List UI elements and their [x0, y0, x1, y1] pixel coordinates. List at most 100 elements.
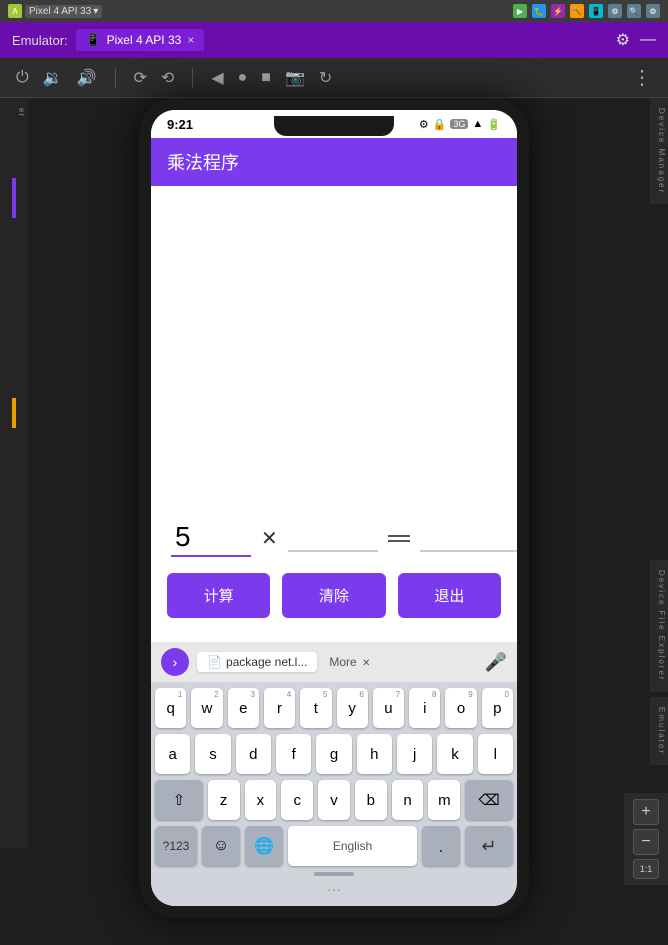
file-explorer-label: Device File Explorer — [657, 570, 666, 682]
volume-up-icon[interactable]: 🔊 — [77, 68, 97, 88]
more-close-icon[interactable]: ✕ — [362, 658, 370, 669]
debug-icon[interactable]: 🐛 — [532, 4, 546, 18]
keyboard: q1 w2 e3 r4 t5 y6 u7 i8 o9 p0 a s d f g … — [151, 682, 517, 906]
minimize-icon[interactable]: — — [640, 31, 656, 49]
mic-icon[interactable]: 🎤 — [485, 652, 507, 673]
key-z[interactable]: z — [208, 780, 240, 820]
key-j[interactable]: j — [397, 734, 432, 774]
suggest-more-label[interactable]: More ✕ — [329, 655, 370, 669]
keyboard-apps-row: ··· — [155, 878, 513, 900]
chevron-right-icon: › — [173, 654, 178, 670]
second-number-input[interactable] — [288, 525, 378, 552]
coverage-icon[interactable]: ⚡ — [551, 4, 565, 18]
globe-key[interactable]: 🌐 — [245, 826, 283, 866]
period-key[interactable]: . — [422, 826, 460, 866]
divider-2 — [192, 68, 193, 88]
more-options-icon[interactable]: ⋮ — [632, 65, 652, 90]
key-k[interactable]: k — [437, 734, 472, 774]
key-g[interactable]: g — [316, 734, 351, 774]
key-m[interactable]: m — [428, 780, 460, 820]
key-s[interactable]: s — [195, 734, 230, 774]
apps-dots-icon[interactable]: ··· — [327, 881, 341, 897]
left-accent-purple — [12, 178, 16, 218]
multiply-x-icon: ✕ — [261, 526, 278, 551]
rotate-icon[interactable]: ⟳ — [134, 68, 147, 88]
keyboard-handle[interactable] — [155, 868, 513, 878]
divider-1 — [115, 68, 116, 88]
key-h[interactable]: h — [357, 734, 392, 774]
zoom-out-button[interactable]: − — [633, 829, 659, 855]
more-text: More — [329, 655, 356, 669]
suggest-expand-icon[interactable]: › — [161, 648, 189, 676]
key-i[interactable]: i8 — [409, 688, 440, 728]
settings-gear-icon[interactable]: ⚙ — [616, 30, 630, 50]
input-row: ✕ — [167, 519, 501, 557]
num-sym-key[interactable]: ?123 — [155, 826, 197, 866]
settings-icon[interactable]: ⚙ — [608, 4, 622, 18]
backspace-key[interactable]: ⌫ — [465, 780, 513, 820]
build-icon[interactable]: 🔨 — [570, 4, 584, 18]
suggest-chip[interactable]: 📄 package net.l... — [197, 652, 317, 672]
close-tab-icon[interactable]: × — [187, 33, 194, 47]
right-panel-file-explorer[interactable]: Device File Explorer — [650, 560, 668, 692]
volume-down-icon[interactable]: 🔉 — [43, 68, 63, 88]
right-panel-emulator[interactable]: Emulator — [650, 697, 668, 765]
key-o[interactable]: o9 — [445, 688, 476, 728]
tab-label: Pixel 4 API 33 — [107, 33, 182, 47]
key-w[interactable]: w2 — [191, 688, 222, 728]
shift-key[interactable]: ⇧ — [155, 780, 203, 820]
key-d[interactable]: d — [236, 734, 271, 774]
first-number-input[interactable] — [171, 519, 251, 557]
key-a[interactable]: a — [155, 734, 190, 774]
keyboard-row-2: a s d f g h j k l — [155, 734, 513, 774]
key-f[interactable]: f — [276, 734, 311, 774]
zoom-in-button[interactable]: + — [633, 799, 659, 825]
key-p[interactable]: p0 — [482, 688, 513, 728]
power-icon[interactable]: ⏻ — [16, 69, 29, 87]
android-icon-group: A Pixel 4 API 33 ▾ — [8, 4, 102, 18]
phone-device: 9:21 ⚙ 🔒 3G ▲ 🔋 乘法程序 ✕ — [139, 98, 529, 918]
exit-button[interactable]: 退出 — [398, 573, 501, 618]
emulator-label: Emulator: — [12, 33, 68, 48]
back-icon[interactable]: ◀ — [211, 68, 223, 88]
device-icon[interactable]: 📱 — [589, 4, 603, 18]
key-x[interactable]: x — [245, 780, 277, 820]
key-n[interactable]: n — [392, 780, 424, 820]
rotate-left-icon[interactable]: ⟲ — [161, 68, 174, 88]
zoom-ratio-button[interactable]: 1:1 — [633, 859, 659, 879]
clear-button[interactable]: 清除 — [282, 573, 385, 618]
search-icon[interactable]: 🔍 — [627, 4, 641, 18]
recents-icon[interactable]: ■ — [261, 69, 271, 87]
top-toolbar: A Pixel 4 API 33 ▾ ▶ 🐛 ⚡ 🔨 📱 ⚙ 🔍 ⚙ — [0, 0, 668, 22]
emoji-key[interactable]: ☺ — [202, 826, 240, 866]
result-input[interactable] — [420, 525, 517, 552]
key-r[interactable]: r4 — [264, 688, 295, 728]
device-selector[interactable]: Pixel 4 API 33 ▾ — [25, 5, 102, 18]
key-q[interactable]: q1 — [155, 688, 186, 728]
phone-screen: 9:21 ⚙ 🔒 3G ▲ 🔋 乘法程序 ✕ — [151, 110, 517, 906]
lock-status-icon: 🔒 — [433, 118, 447, 131]
equals-line-bottom — [388, 540, 410, 542]
key-v[interactable]: v — [318, 780, 350, 820]
location-icon[interactable]: ↻ — [319, 68, 332, 88]
right-panel-device-manager[interactable]: Device Manager — [650, 98, 668, 204]
signal-icon: ▲ — [472, 118, 483, 130]
emulator-tab[interactable]: 📱 Pixel 4 API 33 × — [76, 29, 205, 51]
key-c[interactable]: c — [281, 780, 313, 820]
key-y[interactable]: y6 — [337, 688, 368, 728]
home-icon[interactable]: ● — [238, 69, 248, 87]
tab-device-icon: 📱 — [86, 33, 101, 47]
calc-button[interactable]: 计算 — [167, 573, 270, 618]
space-key[interactable]: English — [288, 826, 417, 866]
enter-key[interactable]: ↵ — [465, 826, 513, 866]
run-icon[interactable]: ▶ — [513, 4, 527, 18]
key-b[interactable]: b — [355, 780, 387, 820]
key-t[interactable]: t5 — [300, 688, 331, 728]
key-u[interactable]: u7 — [373, 688, 404, 728]
gear-icon[interactable]: ⚙ — [646, 4, 660, 18]
key-l[interactable]: l — [478, 734, 513, 774]
key-e[interactable]: e3 — [228, 688, 259, 728]
space-label: English — [333, 839, 372, 853]
device-name: Pixel 4 API 33 — [29, 6, 91, 17]
screenshot-icon[interactable]: 📷 — [285, 68, 305, 88]
